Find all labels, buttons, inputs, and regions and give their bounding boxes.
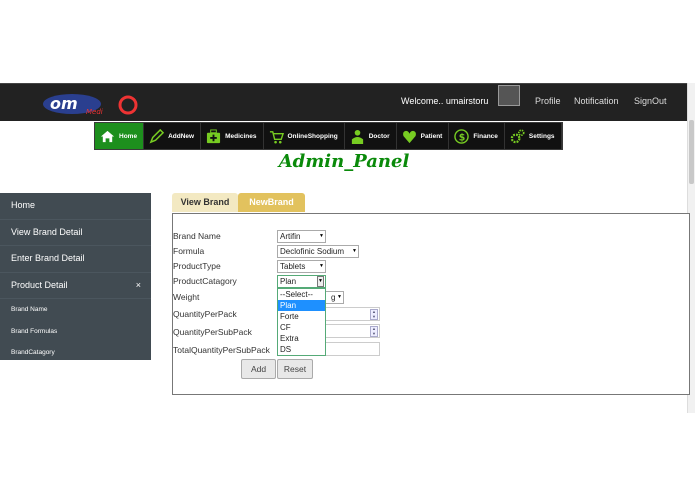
brand-name-value: Artifin xyxy=(280,232,301,241)
label-total-quantity-per-subpack: TotalQuantityPerSubPack xyxy=(173,345,270,355)
nav-label: Settings xyxy=(528,132,555,140)
notification-link[interactable]: Notification xyxy=(574,96,619,106)
dropdown-option[interactable]: CF xyxy=(278,322,325,333)
medkit-icon xyxy=(207,128,221,143)
welcome-text: Welcome.. umairstoru xyxy=(401,96,489,106)
formula-value: Declofinic Sodium xyxy=(280,247,345,256)
label-product-type: ProductType xyxy=(173,261,221,271)
add-button[interactable]: Add xyxy=(241,359,276,379)
nav-label: Patient xyxy=(420,132,443,140)
doctor-icon xyxy=(351,129,363,144)
main-nav: Home AddNew Medicines OnlineShopping Doc… xyxy=(94,122,563,150)
sidebar-subitem-brandcatagory[interactable]: BrandCatagory xyxy=(0,342,151,364)
logo[interactable]: om Medi xyxy=(42,92,138,116)
label-quantity-per-pack: QuantityPerPack xyxy=(173,309,237,319)
nav-settings[interactable]: Settings xyxy=(505,123,562,149)
sidebar-item-home[interactable]: Home xyxy=(0,193,151,220)
page-title: Admin_Panel xyxy=(278,151,410,172)
tab-view-brand[interactable]: View Brand xyxy=(172,193,238,212)
home-icon xyxy=(100,130,115,142)
svg-text:om: om xyxy=(50,94,78,113)
profile-link[interactable]: Profile xyxy=(535,96,561,106)
dropdown-option[interactable]: --Select-- xyxy=(278,289,325,300)
nav-onlineshopping[interactable]: OnlineShopping xyxy=(264,123,345,149)
top-bar: om Medi Welcome.. umairstoru Profile Not… xyxy=(0,83,688,121)
dollar-icon: $ xyxy=(454,128,470,144)
sidebar-subitem-brand-formulas[interactable]: Brand Formulas xyxy=(0,321,151,343)
signout-link[interactable]: SignOut xyxy=(634,96,667,106)
sidebar-subitem-brand-name[interactable]: Brand Name xyxy=(0,299,151,321)
gear-icon xyxy=(510,128,525,143)
chevron-down-icon: ▼ xyxy=(319,263,324,269)
quantity-stepper[interactable]: ▲ ▼ xyxy=(370,326,378,337)
cart-icon xyxy=(269,130,284,143)
nav-medicines[interactable]: Medicines xyxy=(201,123,264,149)
chevron-down-icon: ▼ xyxy=(352,248,357,254)
tab-newbrand[interactable]: NewBrand xyxy=(238,193,305,212)
chevron-down-icon: ▼ xyxy=(337,294,342,300)
label-formula: Formula xyxy=(173,246,205,256)
pencil-icon xyxy=(149,128,165,143)
nav-label: Doctor xyxy=(368,132,390,140)
product-type-select[interactable]: Tablets ▼ xyxy=(277,260,326,273)
nav-addnew[interactable]: AddNew xyxy=(144,123,202,149)
sidebar: Home View Brand Detail Enter Brand Detai… xyxy=(0,193,151,360)
avatar[interactable] xyxy=(498,85,520,106)
label-brand-name: Brand Name xyxy=(173,231,221,241)
nav-label: AddNew xyxy=(168,132,195,140)
scrollbar-thumb[interactable] xyxy=(689,120,694,184)
label-quantity-per-subpack: QuantityPerSubPack xyxy=(173,327,252,337)
sidebar-item-product-detail[interactable]: Product Detail × xyxy=(0,273,151,299)
nav-label: Home xyxy=(119,132,138,140)
dropdown-option[interactable]: DS xyxy=(278,344,325,355)
quantity-stepper[interactable]: ▲ ▼ xyxy=(370,309,378,320)
svg-text:$: $ xyxy=(459,132,466,143)
sidebar-item-label: Product Detail xyxy=(11,279,68,290)
product-category-value: Plan xyxy=(280,277,297,286)
svg-text:Medi: Medi xyxy=(86,108,103,116)
formula-select[interactable]: Declofinic Sodium ▼ xyxy=(277,245,359,258)
product-category-select[interactable]: Plan ▼ xyxy=(277,275,326,288)
close-icon[interactable]: × xyxy=(136,273,141,299)
nav-doctor[interactable]: Doctor xyxy=(345,123,397,149)
dropdown-option[interactable]: Forte xyxy=(278,311,325,322)
product-type-value: Tablets xyxy=(280,262,306,271)
nav-label: Finance xyxy=(473,132,498,140)
nav-finance[interactable]: $ Finance xyxy=(449,123,505,149)
sidebar-item-view-brand-detail[interactable]: View Brand Detail xyxy=(0,220,151,246)
sidebar-item-enter-brand-detail[interactable]: Enter Brand Detail xyxy=(0,246,151,273)
nav-patient[interactable]: Patient xyxy=(397,123,450,149)
nav-label: Medicines xyxy=(225,132,257,140)
label-weight: Weight xyxy=(173,292,200,302)
label-product-category: ProductCatagory xyxy=(173,276,237,286)
product-category-dropdown: --Select-- Plan Forte CF Extra DS xyxy=(277,288,326,356)
nav-label: OnlineShopping xyxy=(287,132,338,140)
reset-button[interactable]: Reset xyxy=(277,359,313,379)
dropdown-option[interactable]: Extra xyxy=(278,333,325,344)
heart-icon xyxy=(402,130,416,143)
nav-home[interactable]: Home xyxy=(95,123,145,149)
brand-name-select[interactable]: Artifin ▼ xyxy=(277,230,326,243)
dropdown-option-highlighted[interactable]: Plan xyxy=(278,300,325,311)
chevron-down-icon: ▼ xyxy=(319,233,324,239)
chevron-down-icon: ▼ xyxy=(317,276,324,287)
